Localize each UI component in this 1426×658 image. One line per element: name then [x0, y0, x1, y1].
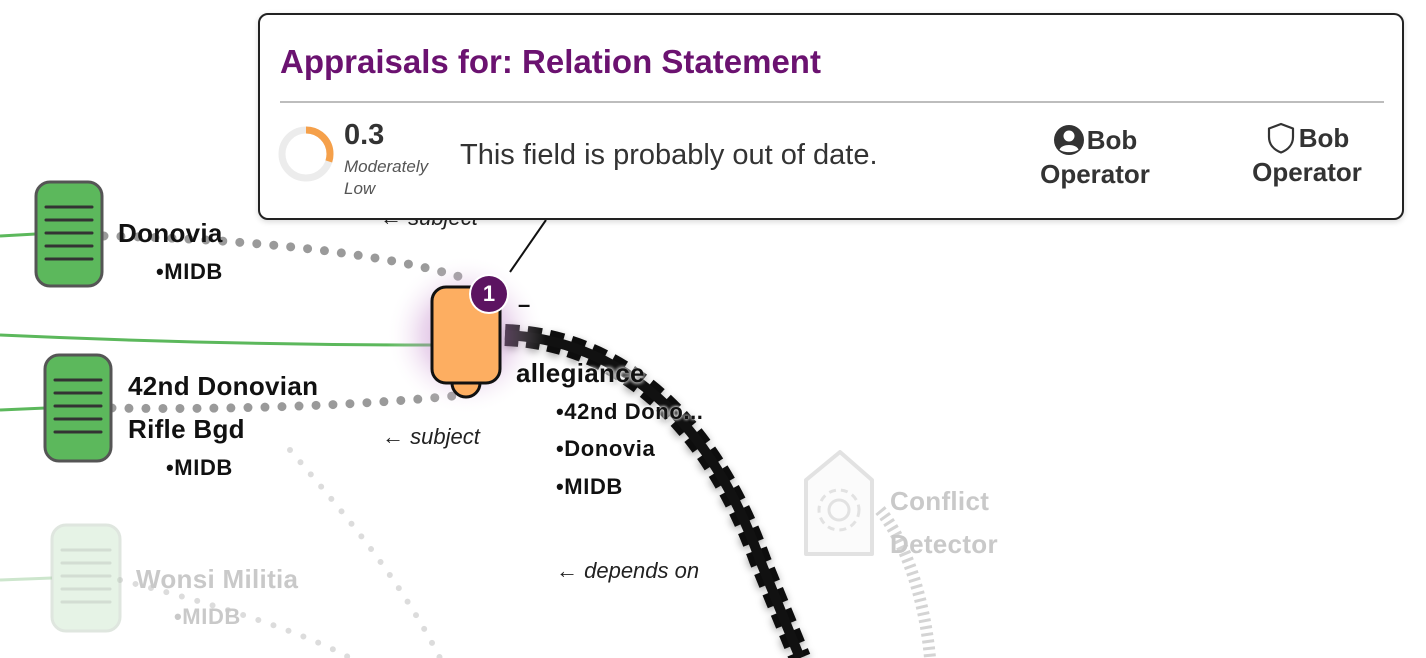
edge-label-depends-on: ← depends on [556, 558, 700, 583]
entity-node-brigade[interactable] [43, 353, 113, 463]
node-source-brigade: •MIDB [166, 455, 233, 480]
appraisal-popup: Appraisals for: Relation Statement 0.3 M… [258, 13, 1404, 220]
shield-icon [1267, 122, 1294, 154]
node-detail-line: •MIDB [556, 474, 623, 499]
node-source-wonsi: •MIDB [174, 604, 241, 629]
node-detail-line: •42nd Dono... [556, 399, 704, 424]
score-label: Moderately Low [344, 157, 429, 198]
node-label-conflict-line1: Conflict [890, 486, 990, 516]
conflict-detector-node[interactable] [804, 450, 874, 556]
appraisal-author: Bob Operator [1030, 123, 1160, 191]
appraisal-text: This field is probably out of date. [460, 139, 878, 171]
verifier-first-name: Bob [1298, 123, 1350, 153]
entity-node-wonsi[interactable] [50, 523, 122, 633]
node-label-donovia: Donovia [118, 218, 223, 248]
score-ring [278, 126, 334, 182]
popup-divider [280, 101, 1384, 103]
popup-connector [509, 219, 547, 273]
appraisal-count-badge[interactable]: 1 [471, 276, 507, 312]
edge-label-subject: ← subject [382, 424, 480, 449]
user-circle-icon [1053, 125, 1084, 155]
node-label-allegiance: allegiance [516, 358, 645, 388]
entity-link-line [0, 406, 47, 412]
node-label-wonsi: Wonsi Militia [136, 564, 299, 594]
faded-edge [287, 447, 443, 658]
node-detail-line: •Donovia [556, 436, 656, 461]
collapse-toggle[interactable]: – [518, 292, 530, 318]
entity-node-donovia[interactable] [34, 180, 104, 288]
node-label-brigade-line1: 42nd Donovian [128, 371, 319, 401]
node-source-donovia: •MIDB [156, 259, 223, 284]
entity-link-line [0, 333, 433, 347]
author-last-name: Operator [1040, 159, 1150, 189]
verifier-last-name: Operator [1252, 157, 1362, 187]
entity-link-line [0, 576, 53, 582]
score-value: 0.3 [344, 119, 385, 151]
node-label-brigade-line2: Rifle Bgd [128, 414, 245, 444]
author-first-name: Bob [1086, 125, 1138, 155]
appraisal-verifier: Bob Operator [1242, 121, 1372, 189]
entity-link-line [0, 232, 37, 238]
popup-title: Appraisals for: Relation Statement [280, 43, 821, 80]
node-label-conflict-line2: Detector [890, 529, 998, 559]
